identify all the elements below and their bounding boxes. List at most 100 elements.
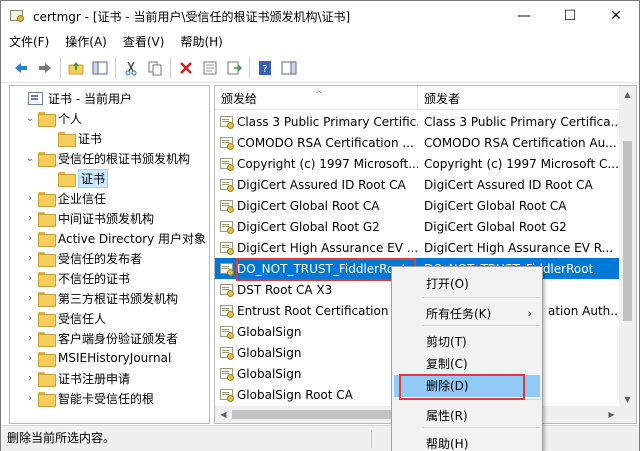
delete-icon[interactable] [174,57,197,79]
tree-item[interactable]: › 不信任的证书 [24,268,130,288]
tree-item[interactable]: › Active Directory 用户对象 [24,228,206,248]
copy-icon[interactable] [143,57,166,79]
tree-item[interactable]: › 受信任的发布者 [24,248,142,268]
issued-to-cell: GlobalSign [215,345,418,361]
context-menu: 打开(O) 所有任务(K) › 剪切(T) 复制(C) 删除(D) 属性(R) 帮助(H) [391,266,543,451]
certificate-icon [219,345,235,361]
tree-item[interactable]: › 智能卡受信任的根 [24,388,154,408]
tree-item-label: 证书 - 当前用户 [48,91,132,106]
folder-icon [38,351,56,367]
collapsed-caret-icon[interactable]: › [24,352,36,364]
issued-to-cell: Copyright (c) 1997 Microsoft... [215,156,418,172]
help-icon[interactable]: ? [253,57,276,79]
folder-icon [38,291,56,307]
collapsed-caret-icon[interactable]: › [24,292,36,304]
issued-to-text: DigiCert Assured ID Root CA [237,177,406,192]
folder-icon [38,211,56,227]
folder-icon [38,371,56,387]
issued-to-cell: Entrust Root Certification A [215,303,418,319]
issued-to-text: GlobalSign [237,366,302,381]
collapsed-caret-icon[interactable]: › [24,212,36,224]
tree-item[interactable]: › 证书注册申请 [24,368,130,388]
expanded-caret-icon[interactable]: ⌄ [24,112,36,124]
folder-icon [38,151,56,167]
svg-text:?: ? [262,64,267,75]
back-icon[interactable] [9,57,32,79]
toolbar-separator [249,57,250,78]
vertical-scrollbar[interactable]: ▲ ▼ [619,86,636,408]
menu-item-label: 帮助(H) [426,437,469,451]
tree-item-label: 第三方根证书颁发机构 [58,291,179,306]
collapsed-caret-icon[interactable]: › [24,332,36,344]
close-button[interactable]: ✕ [593,1,639,31]
tree-item[interactable]: 证书 [44,128,102,148]
certificate-row[interactable]: DigiCert Global Root CA DigiCert Global R… [215,195,620,216]
vertical-scroll-thumb[interactable] [623,141,632,321]
scroll-left-arrow-icon[interactable]: ◀ [215,406,232,423]
tree-item[interactable]: › 企业信任 [24,188,106,208]
action-pane-icon[interactable] [277,57,300,79]
issued-by-cell: DigiCert Assured ID Root CA [424,177,593,192]
tree-item-label: Active Directory 用户对象 [58,231,207,246]
collapsed-caret-icon[interactable]: › [24,272,36,284]
certificate-row[interactable]: COMODO RSA Certification ... COMODO RSA C… [215,132,620,153]
menu-view[interactable]: 查看(V) [115,31,173,53]
certificate-icon [219,219,235,235]
properties-icon[interactable] [198,57,221,79]
certificate-row[interactable]: Copyright (c) 1997 Microsoft... Copyright… [215,153,620,174]
menu-action[interactable]: 操作(A) [57,31,115,53]
collapsed-caret-icon[interactable]: › [24,372,36,384]
show-hide-tree-icon[interactable] [88,57,111,79]
issued-to-text: DigiCert High Assurance EV ... [237,240,418,255]
tree-item[interactable]: › 中间证书颁发机构 [24,208,154,228]
context-copy[interactable]: 复制(C) [394,353,540,375]
collapsed-caret-icon[interactable]: › [24,312,36,324]
context-cut[interactable]: 剪切(T) [394,331,540,353]
tree-item[interactable]: ⌄ 受信任的根证书颁发机构 [24,148,190,168]
menu-item-label: 属性(R) [426,409,468,423]
tree-item[interactable]: 证书 - 当前用户 [14,88,132,108]
collapsed-caret-icon[interactable]: › [24,252,36,264]
status-bar: 删除当前所选内容。 [1,425,639,451]
cut-icon[interactable] [119,57,142,79]
context-help[interactable]: 帮助(H) [394,433,540,451]
tree-item[interactable]: 证书 [44,168,109,188]
certificates-snapin-icon [28,91,44,105]
maximize-button[interactable]: ☐ [547,1,593,31]
menu-bar: 文件(F) 操作(A) 查看(V) 帮助(H) [1,31,639,53]
scroll-right-arrow-icon[interactable]: ▶ [603,406,620,423]
export-icon[interactable] [222,57,245,79]
certificate-row[interactable]: DigiCert High Assurance EV ... DigiCert H… [215,237,620,258]
forward-icon[interactable] [33,57,56,79]
tree-item[interactable]: › MSIEHistoryJournal [24,348,171,368]
folder-icon [38,251,56,267]
collapsed-caret-icon[interactable]: › [24,392,36,404]
context-open[interactable]: 打开(O) [394,273,540,295]
context-all-tasks[interactable]: 所有任务(K) › [394,303,540,325]
column-header-issued-to[interactable]: 颁发给 ^ [215,86,418,110]
collapsed-caret-icon[interactable]: › [24,232,36,244]
scroll-up-arrow-icon[interactable]: ▲ [619,86,636,103]
context-properties[interactable]: 属性(R) [394,405,540,427]
tree-item[interactable]: ⌄ 个人 [24,108,82,128]
tree-item[interactable]: › 第三方根证书颁发机构 [24,288,178,308]
minimize-button[interactable]: — [501,1,547,31]
certificate-row[interactable]: Class 3 Public Primary Certific... Class … [215,111,620,132]
status-divider [371,430,372,448]
column-header-issued-by[interactable]: 颁发者 [418,86,620,110]
collapsed-caret-icon[interactable]: › [24,192,36,204]
tree-item[interactable]: › 受信任人 [24,308,106,328]
up-folder-icon[interactable] [64,57,87,79]
tree-item[interactable]: › 客户端身份验证颁发者 [24,328,178,348]
folder-icon [38,111,56,127]
certificate-icon [219,387,235,403]
certificate-row[interactable]: DigiCert Assured ID Root CA DigiCert Assu… [215,174,620,195]
issued-to-cell: Class 3 Public Primary Certific... [215,114,418,130]
certificate-row[interactable]: DigiCert Global Root G2 DigiCert Global R… [215,216,620,237]
menu-file[interactable]: 文件(F) [1,31,57,53]
caret-spacer [44,132,56,144]
menu-help[interactable]: 帮助(H) [172,31,230,53]
menu-separator [422,297,540,298]
expanded-caret-icon[interactable]: ⌄ [24,152,36,164]
certificate-icon [219,198,235,214]
